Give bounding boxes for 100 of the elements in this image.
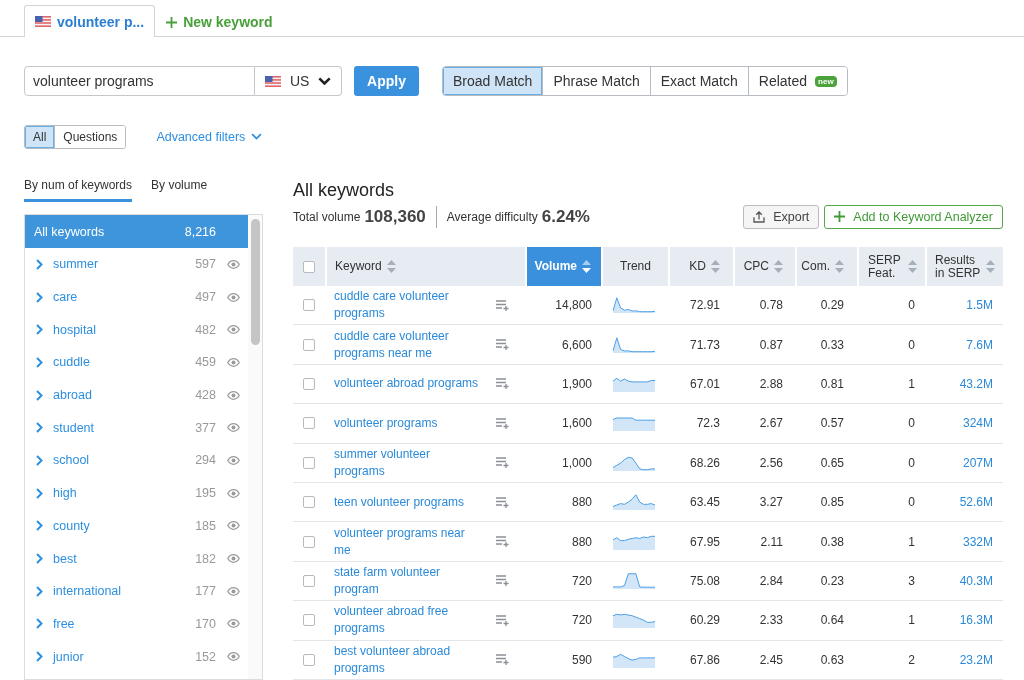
eye-icon[interactable] (227, 390, 240, 400)
chevron-right-icon[interactable] (36, 389, 43, 401)
add-to-analyzer-button[interactable]: Add to Keyword Analyzer (824, 204, 1003, 229)
column-header[interactable]: Results in SERP (925, 247, 1003, 286)
checkbox[interactable] (303, 496, 315, 509)
checkbox[interactable] (303, 377, 315, 390)
export-button[interactable]: Export (743, 204, 820, 229)
keyword-link[interactable]: cuddle care volunteer programs (334, 288, 482, 323)
keyword-link[interactable]: state farm volunteer program (334, 563, 482, 598)
keyword-group-item[interactable]: international 177 (25, 574, 248, 608)
country-select[interactable]: US (255, 66, 342, 96)
checkbox[interactable] (303, 338, 315, 351)
results-link[interactable]: 23.2M (959, 652, 993, 667)
chevron-right-icon[interactable] (36, 454, 43, 466)
eye-icon[interactable] (227, 423, 240, 433)
advanced-filters-link[interactable]: Advanced filters (156, 130, 263, 144)
match-type-tab[interactable]: Broad Match (443, 67, 543, 95)
checkbox[interactable] (303, 260, 315, 273)
keyword-link[interactable]: best volunteer abroad programs (334, 642, 482, 677)
eye-icon[interactable] (227, 521, 240, 531)
sort-tab[interactable]: By num of keywords (24, 172, 133, 202)
keyword-link[interactable]: volunteer abroad programs (334, 375, 479, 393)
question-filter-tab[interactable]: All (25, 126, 55, 148)
results-link[interactable]: 1.5M (966, 298, 993, 313)
list-add-icon[interactable] (496, 536, 509, 548)
results-link[interactable]: 52.6M (959, 495, 993, 510)
keyword-group-item[interactable]: junior 152 (25, 640, 248, 673)
keyword-link[interactable]: volunteer programs near me (334, 524, 482, 559)
list-add-icon[interactable] (496, 299, 509, 311)
list-add-icon[interactable] (496, 575, 509, 587)
keyword-link[interactable]: teen volunteer programs (334, 493, 465, 511)
results-link[interactable]: 324M (962, 416, 993, 431)
keyword-group-item[interactable]: abroad 428 (25, 378, 248, 412)
checkbox[interactable] (303, 614, 315, 627)
list-add-icon[interactable] (496, 457, 509, 469)
scrollbar[interactable] (250, 219, 260, 345)
keyword-link[interactable]: cuddle care volunteer programs near me (334, 327, 482, 362)
column-header[interactable]: Com. (795, 247, 857, 286)
search-field[interactable]: volunteer programs (24, 66, 255, 96)
eye-icon[interactable] (227, 259, 240, 269)
keyword-group-item[interactable]: free 170 (25, 607, 248, 641)
question-filter-tab[interactable]: Questions (54, 126, 126, 148)
list-add-icon[interactable] (496, 654, 509, 666)
keyword-group-item[interactable]: best 182 (25, 542, 248, 575)
keyword-link[interactable]: summer volunteer programs (334, 445, 482, 480)
checkbox[interactable] (303, 456, 315, 469)
keyword-link[interactable]: volunteer programs (334, 414, 438, 432)
results-link[interactable]: 332M (962, 534, 993, 549)
keyword-group-item[interactable]: cuddle 459 (25, 346, 248, 379)
keyword-group-item[interactable]: All keywords 8,216 (25, 215, 248, 248)
chevron-right-icon[interactable] (36, 585, 43, 597)
eye-icon[interactable] (227, 325, 240, 335)
chevron-right-icon[interactable] (36, 291, 43, 303)
chevron-right-icon[interactable] (36, 520, 43, 532)
results-link[interactable]: 7.6M (966, 337, 993, 352)
results-link[interactable]: 16.3M (959, 613, 993, 628)
keyword-group-item[interactable]: care 497 (25, 280, 248, 314)
chevron-right-icon[interactable] (36, 553, 43, 565)
chevron-right-icon[interactable] (36, 618, 43, 630)
eye-icon[interactable] (227, 554, 240, 564)
eye-icon[interactable] (227, 586, 240, 596)
eye-icon[interactable] (227, 619, 240, 629)
results-link[interactable]: 43.2M (959, 376, 993, 391)
chevron-right-icon[interactable] (36, 422, 43, 434)
list-add-icon[interactable] (496, 378, 509, 390)
column-header[interactable]: KD (668, 247, 733, 286)
keyword-tab[interactable]: volunteer p... (24, 5, 156, 37)
keyword-group-item[interactable]: student 377 (25, 411, 248, 445)
checkbox[interactable] (303, 535, 315, 548)
keyword-link[interactable]: volunteer abroad free programs (334, 603, 482, 638)
results-link[interactable]: 207M (962, 455, 993, 470)
eye-icon[interactable] (227, 357, 240, 367)
list-add-icon[interactable] (496, 339, 509, 351)
column-header[interactable]: CPC (733, 247, 795, 286)
checkbox[interactable] (303, 299, 315, 312)
keyword-group-item[interactable]: summer 597 (25, 248, 248, 281)
checkbox[interactable] (303, 574, 315, 587)
list-add-icon[interactable] (496, 614, 509, 626)
new-keyword-tab[interactable]: New keyword (155, 6, 284, 37)
column-header[interactable]: Volume (525, 247, 601, 286)
eye-icon[interactable] (227, 455, 240, 465)
keyword-group-item[interactable]: high 195 (25, 476, 248, 510)
column-header[interactable]: SERP Feat. (857, 247, 925, 286)
chevron-right-icon[interactable] (36, 487, 43, 499)
eye-icon[interactable] (227, 292, 240, 302)
keyword-group-item[interactable]: county 185 (25, 509, 248, 543)
chevron-right-icon[interactable] (36, 258, 43, 270)
list-add-icon[interactable] (496, 496, 509, 508)
checkbox[interactable] (303, 417, 315, 430)
keyword-group-item[interactable]: school 294 (25, 444, 248, 477)
eye-icon[interactable] (227, 652, 240, 662)
list-add-icon[interactable] (496, 417, 509, 429)
checkbox[interactable] (303, 653, 315, 666)
match-type-tab[interactable]: Related new (747, 67, 847, 95)
results-link[interactable]: 40.3M (959, 573, 993, 588)
eye-icon[interactable] (227, 488, 240, 498)
chevron-right-icon[interactable] (36, 356, 43, 368)
sort-tab[interactable]: By volume (151, 172, 208, 202)
apply-button[interactable]: Apply (354, 66, 419, 96)
keyword-group-item[interactable]: hospital 482 (25, 313, 248, 347)
